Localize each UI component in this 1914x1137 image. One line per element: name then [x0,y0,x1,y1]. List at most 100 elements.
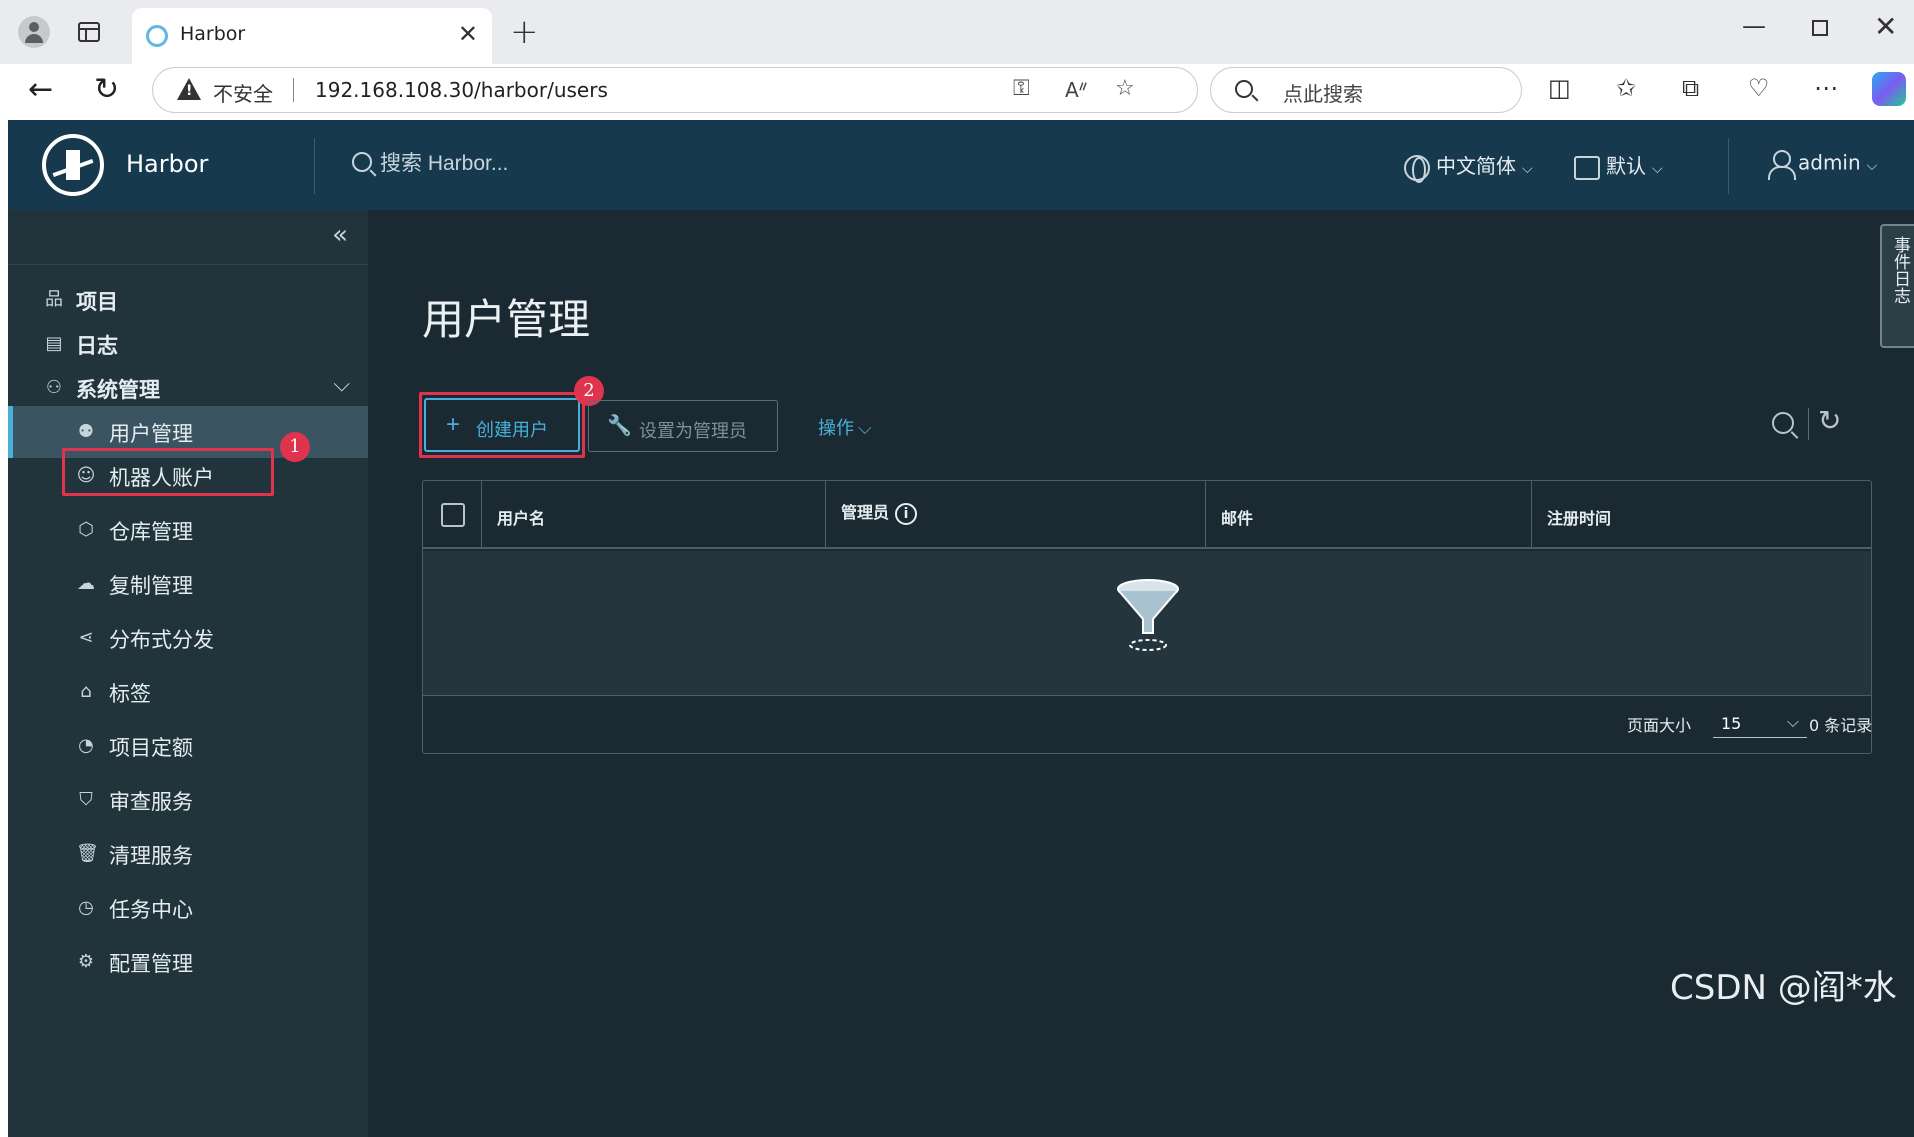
chevron-down-icon[interactable]: ⌵ [333,372,350,397]
favorites-icon[interactable]: ✩ [1616,74,1636,102]
table-search-icon[interactable] [1772,412,1794,434]
collapse-sidebar-icon[interactable]: « [332,220,348,250]
harbor-logo-icon[interactable] [42,134,104,196]
read-aloud-icon[interactable]: Aᐥ [1065,78,1088,102]
chevron-down-icon: ⌵ [1786,712,1799,731]
event-log-tab[interactable]: 事件日志 [1880,224,1914,348]
set-admin-button[interactable]: 🔧 设置为管理员 [588,400,778,452]
search-icon [1235,80,1253,98]
app-header: Harbor 中文简体 ⌵ 默认 ⌵ admin ⌵ [8,120,1914,210]
operations-dropdown[interactable]: 操作 ⌵ [818,414,872,440]
column-divider [825,481,826,549]
column-header-email[interactable]: 邮件 [1221,505,1253,529]
refresh-icon[interactable]: ↻ [1818,404,1841,437]
event-log-label: 事件日志 [1890,236,1910,304]
language-selector[interactable]: 中文简体 ⌵ [1404,150,1533,183]
select-all-checkbox[interactable] [441,503,465,527]
sidebar-item-configuration[interactable]: ⚙ 配置管理 [8,936,368,988]
back-icon[interactable]: ← [28,72,53,107]
browser-toolbar: ← ↻ 不安全 192.168.108.30/harbor/users ⚿ Aᐥ… [0,64,1914,120]
key-icon[interactable]: ⚿ [1013,76,1030,101]
header-divider [1728,138,1729,194]
browser-search-box[interactable]: 点此搜索 [1210,67,1522,113]
column-divider [1531,481,1532,549]
more-menu-icon[interactable]: ⋯ [1814,74,1838,102]
profile-icon[interactable] [18,16,50,48]
page-size-select[interactable]: 15 ⌵ [1713,708,1807,738]
favorite-star-icon[interactable]: ☆ [1115,76,1135,101]
sidebar-item-label: 任务中心 [109,898,193,922]
replication-icon: ☁ [77,573,95,594]
collections-icon[interactable]: ⧉ [1682,74,1699,102]
sidebar-item-distributions[interactable]: ⋖ 分布式分发 [8,612,368,664]
users-table: 用户名 管理员 i 邮件 注册时间 页面大小 15 ⌵ 0 条记录 [422,480,1872,754]
logs-icon: ▤ [45,333,63,354]
registry-icon: ⬡ [78,519,94,540]
split-screen-icon[interactable]: ◫ [1548,74,1571,102]
sidebar-item-label: 标签 [109,682,151,706]
column-header-admin[interactable]: 管理员 i [841,499,918,525]
info-icon[interactable]: i [895,502,918,525]
insecure-label[interactable]: 不安全 [213,78,273,107]
shield-icon: ⛉ [79,789,93,810]
tab-title: Harbor [180,23,246,45]
column-divider [481,481,482,549]
column-header-username[interactable]: 用户名 [497,505,545,529]
annotation-highlight-users [62,448,274,496]
sidebar-item-label: 审查服务 [109,790,193,814]
sidebar-item-label: 配置管理 [109,952,193,976]
reload-icon[interactable]: ↻ [94,72,119,107]
sidebar-item-replications[interactable]: ☁ 复制管理 [8,558,368,610]
username-label: admin [1798,150,1861,175]
column-header-admin-label: 管理员 [841,503,890,522]
annotation-highlight-create-user [419,392,585,458]
browser-essentials-icon[interactable]: ♡ [1748,74,1770,102]
brand-name[interactable]: Harbor [126,150,208,178]
url-text[interactable]: 192.168.108.30/harbor/users [315,78,608,102]
harbor-app: Harbor 中文简体 ⌵ 默认 ⌵ admin ⌵ « 品 项目 ▤ 日志 ⚇ 系统… [8,120,1914,1137]
sidebar-item-clean-up[interactable]: 🗑 清理服务 [8,828,368,880]
table-footer: 页面大小 15 ⌵ 0 条记录 [423,695,1872,753]
dashboard-icon: ◷ [78,897,94,918]
user-icon [1768,150,1796,180]
sidebar-item-label: 系统管理 [76,378,160,402]
sidebar-item-label: 分布式分发 [109,628,214,652]
sidebar-divider [8,264,368,265]
chevron-down-icon: ⌵ [1522,161,1533,177]
copilot-icon[interactable] [1872,72,1906,106]
empty-filter-icon [1117,579,1179,651]
address-bar[interactable]: 不安全 192.168.108.30/harbor/users ⚿ Aᐥ ☆ [152,67,1198,113]
global-search-input[interactable] [380,152,680,176]
sidebar-item-interrogation-services[interactable]: ⛉ 审查服务 [8,774,368,826]
sidebar-item-project-quotas[interactable]: ◔ 项目定额 [8,720,368,772]
browser-search-placeholder: 点此搜索 [1283,82,1363,106]
sidebar-item-registries[interactable]: ⬡ 仓库管理 [8,504,368,556]
user-menu[interactable]: admin ⌵ [1768,150,1878,180]
tag-icon: ⌂ [80,681,92,702]
tab-actions-icon[interactable] [78,22,100,42]
operations-label: 操作 [818,418,854,439]
sidebar-item-label: 日志 [76,334,118,358]
browser-tab[interactable]: Harbor ✕ [132,8,492,64]
date-format-selector[interactable]: 默认 ⌵ [1574,150,1663,180]
annotation-badge-1: 1 [280,432,310,462]
set-admin-label: 设置为管理员 [639,421,747,441]
sidebar-item-label: 清理服务 [109,844,193,868]
column-header-registration-time[interactable]: 注册时间 [1547,505,1611,529]
sidebar-item-job-service[interactable]: ◷ 任务中心 [8,882,368,934]
users-icon: ⚉ [77,421,95,442]
warning-icon[interactable] [177,78,201,100]
new-tab-icon[interactable]: + [510,12,539,52]
window-minimize-icon[interactable]: — [1742,12,1766,40]
browser-tab-bar: Harbor ✕ + — ✕ [0,0,1914,64]
window-close-icon[interactable]: ✕ [1874,10,1897,43]
tab-close-icon[interactable]: ✕ [458,20,478,48]
watermark: CSDN @阎*水 [1670,968,1897,1008]
search-icon [352,152,372,172]
sidebar-item-labels[interactable]: ⌂ 标签 [8,666,368,718]
window-maximize-icon[interactable] [1812,20,1828,36]
sidebar-item-label: 用户管理 [109,422,193,446]
page-size-value: 15 [1721,714,1742,733]
chevron-down-icon: ⌵ [1652,161,1663,177]
chevron-down-icon: ⌵ [1866,157,1878,174]
